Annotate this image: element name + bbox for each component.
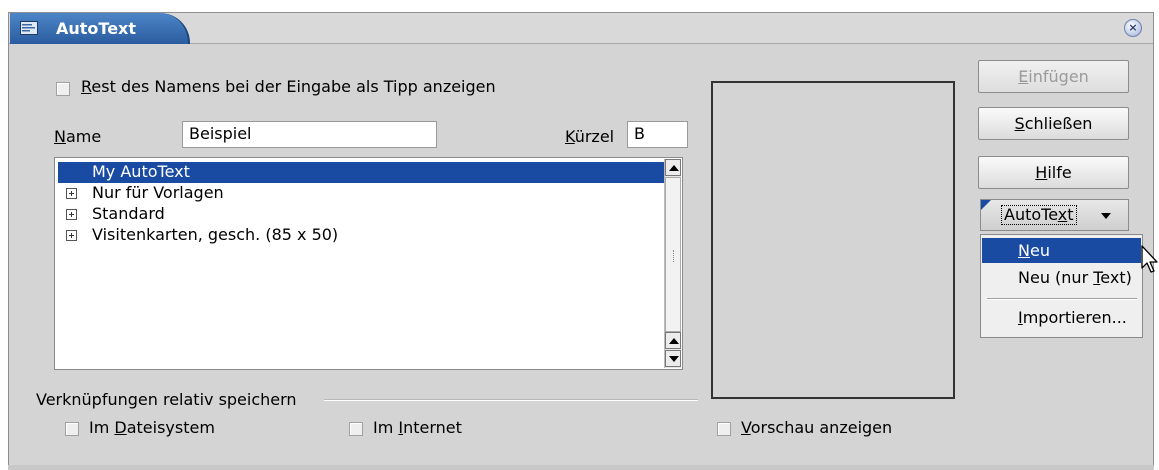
close-button[interactable]: Schließen — [978, 107, 1129, 140]
tree-item-label: Standard — [92, 204, 165, 223]
show-preview-label: Vorschau anzeigen — [741, 418, 893, 437]
tree-item-label: Nur für Vorlagen — [92, 183, 224, 202]
autotext-dropdown-menu: Neu Neu (nur Text) Importieren... — [980, 234, 1143, 338]
scroll-up-button[interactable] — [665, 159, 681, 176]
expand-plus-icon[interactable] — [66, 230, 77, 241]
filesystem-label: Im Dateisystem — [89, 418, 215, 437]
name-input[interactable]: Beispiel — [182, 121, 437, 148]
arrow-up-icon — [669, 165, 679, 171]
menu-separator — [987, 298, 1137, 300]
insert-button[interactable]: Einfügen — [978, 60, 1129, 93]
window-bottom-edge — [8, 465, 1154, 470]
menu-item-import[interactable]: Importieren... — [982, 305, 1141, 330]
internet-label: Im Internet — [373, 418, 462, 437]
show-tip-label: Rest des Namens bei der Eingabe als Tipp… — [81, 77, 496, 96]
autotext-button-label: AutoText — [1001, 205, 1077, 225]
preview-pane — [711, 81, 955, 399]
name-label: Name — [54, 127, 102, 146]
tree-item-label: My AutoText — [92, 162, 190, 181]
expand-plus-icon[interactable] — [66, 209, 77, 220]
show-preview-checkbox[interactable] — [717, 422, 731, 436]
autotext-tree[interactable]: My AutoText Nur für Vorlagen Standard Vi… — [54, 157, 683, 370]
tree-item-visitenkarten[interactable]: Visitenkarten, gesch. (85 x 50) — [58, 225, 658, 246]
menu-item-new-text-only[interactable]: Neu (nur Text) — [982, 265, 1141, 290]
links-group-label: Verknüpfungen relativ speichern — [36, 390, 297, 409]
tree-item-nur-fuer-vorlagen[interactable]: Nur für Vorlagen — [58, 183, 658, 204]
shortcut-label: Kürzel — [565, 127, 615, 146]
autotext-menu-button[interactable]: AutoText — [980, 199, 1129, 231]
shortcut-input[interactable]: B — [627, 121, 688, 148]
internet-checkbox[interactable] — [349, 422, 363, 436]
scroll-thumb[interactable] — [665, 177, 681, 332]
window-title: AutoText — [56, 19, 137, 38]
arrow-up-icon — [669, 338, 679, 344]
arrow-down-icon — [669, 356, 679, 362]
tree-scrollbar[interactable] — [664, 159, 681, 368]
tree-item-standard[interactable]: Standard — [58, 204, 658, 225]
group-separator — [324, 399, 698, 401]
grip-icon — [673, 250, 676, 262]
close-icon[interactable]: × — [1124, 19, 1142, 37]
help-button[interactable]: Hilfe — [978, 156, 1129, 189]
mouse-pointer-icon — [1141, 245, 1158, 273]
tree-item-label: Visitenkarten, gesch. (85 x 50) — [92, 225, 339, 244]
tree-item-my-autotext[interactable]: My AutoText — [58, 162, 667, 183]
chevron-down-icon — [1101, 213, 1111, 219]
scroll-up-button-lower[interactable] — [665, 332, 681, 349]
autotext-app-icon — [20, 21, 38, 35]
show-tip-checkbox[interactable] — [56, 82, 70, 96]
filesystem-checkbox[interactable] — [65, 422, 79, 436]
scroll-down-button[interactable] — [665, 350, 681, 367]
focus-corner-icon — [981, 200, 991, 210]
expand-plus-icon[interactable] — [66, 188, 77, 199]
menu-item-new[interactable]: Neu — [982, 238, 1141, 263]
